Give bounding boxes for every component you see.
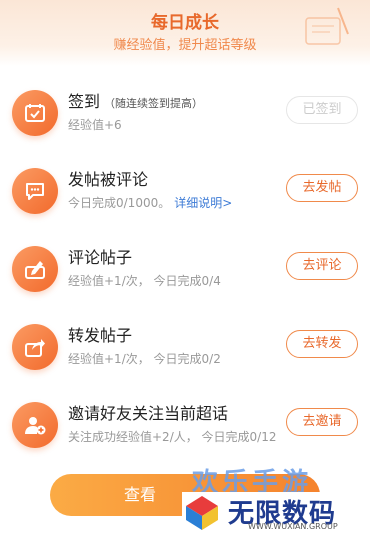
go-comment-button[interactable]: 去评论	[286, 252, 358, 280]
header: 每日成长 赚经验值，提升超话等级	[0, 0, 370, 66]
task-title: 评论帖子	[68, 248, 133, 267]
task-sign-in: 签到 （随连续签到提高） 经验值+6 已签到	[0, 84, 370, 148]
watermark-logo-icon	[186, 496, 218, 530]
invite-user-icon	[12, 402, 58, 448]
watermark-url: WWW.WUXIAN.GROUP	[248, 522, 338, 531]
task-desc: 经验值+6	[68, 118, 122, 132]
details-link[interactable]: 详细说明>	[174, 196, 232, 210]
share-forward-icon	[12, 324, 58, 370]
go-post-button[interactable]: 去发帖	[286, 174, 358, 202]
task-title: 签到 （随连续签到提高）	[68, 92, 204, 111]
task-invite: 邀请好友关注当前超话 关注成功经验值+2/人， 今日完成0/12 去邀请	[0, 396, 370, 460]
task-title: 邀请好友关注当前超话	[68, 404, 229, 423]
task-comment: 评论帖子 经验值+1/次， 今日完成0/4 去评论	[0, 240, 370, 304]
edit-comment-icon	[12, 246, 58, 292]
task-desc: 关注成功经验值+2/人， 今日完成0/12	[68, 430, 277, 444]
calendar-check-icon	[12, 90, 58, 136]
task-post-commented: 发帖被评论 今日完成0/1000。 详细说明> 去发帖	[0, 162, 370, 226]
go-repost-button[interactable]: 去转发	[286, 330, 358, 358]
chat-bubble-icon	[12, 168, 58, 214]
watermark-top-text: 欢乐手游	[192, 468, 313, 498]
task-desc: 经验值+1/次， 今日完成0/4	[68, 274, 221, 288]
task-desc: 今日完成0/1000。 详细说明>	[68, 196, 233, 210]
go-invite-button[interactable]: 去邀请	[286, 408, 358, 436]
task-title: 发帖被评论	[68, 170, 149, 189]
signed-in-button[interactable]: 已签到	[286, 96, 358, 124]
task-repost: 转发帖子 经验值+1/次， 今日完成0/2 去转发	[0, 318, 370, 382]
task-note: （随连续签到提高）	[104, 97, 204, 110]
book-decoration-icon	[305, 7, 349, 45]
watermark: 无限数码 WWW.WUXIAN.GROUP	[182, 492, 370, 534]
task-title: 转发帖子	[68, 326, 133, 345]
task-desc: 经验值+1/次， 今日完成0/2	[68, 352, 221, 366]
